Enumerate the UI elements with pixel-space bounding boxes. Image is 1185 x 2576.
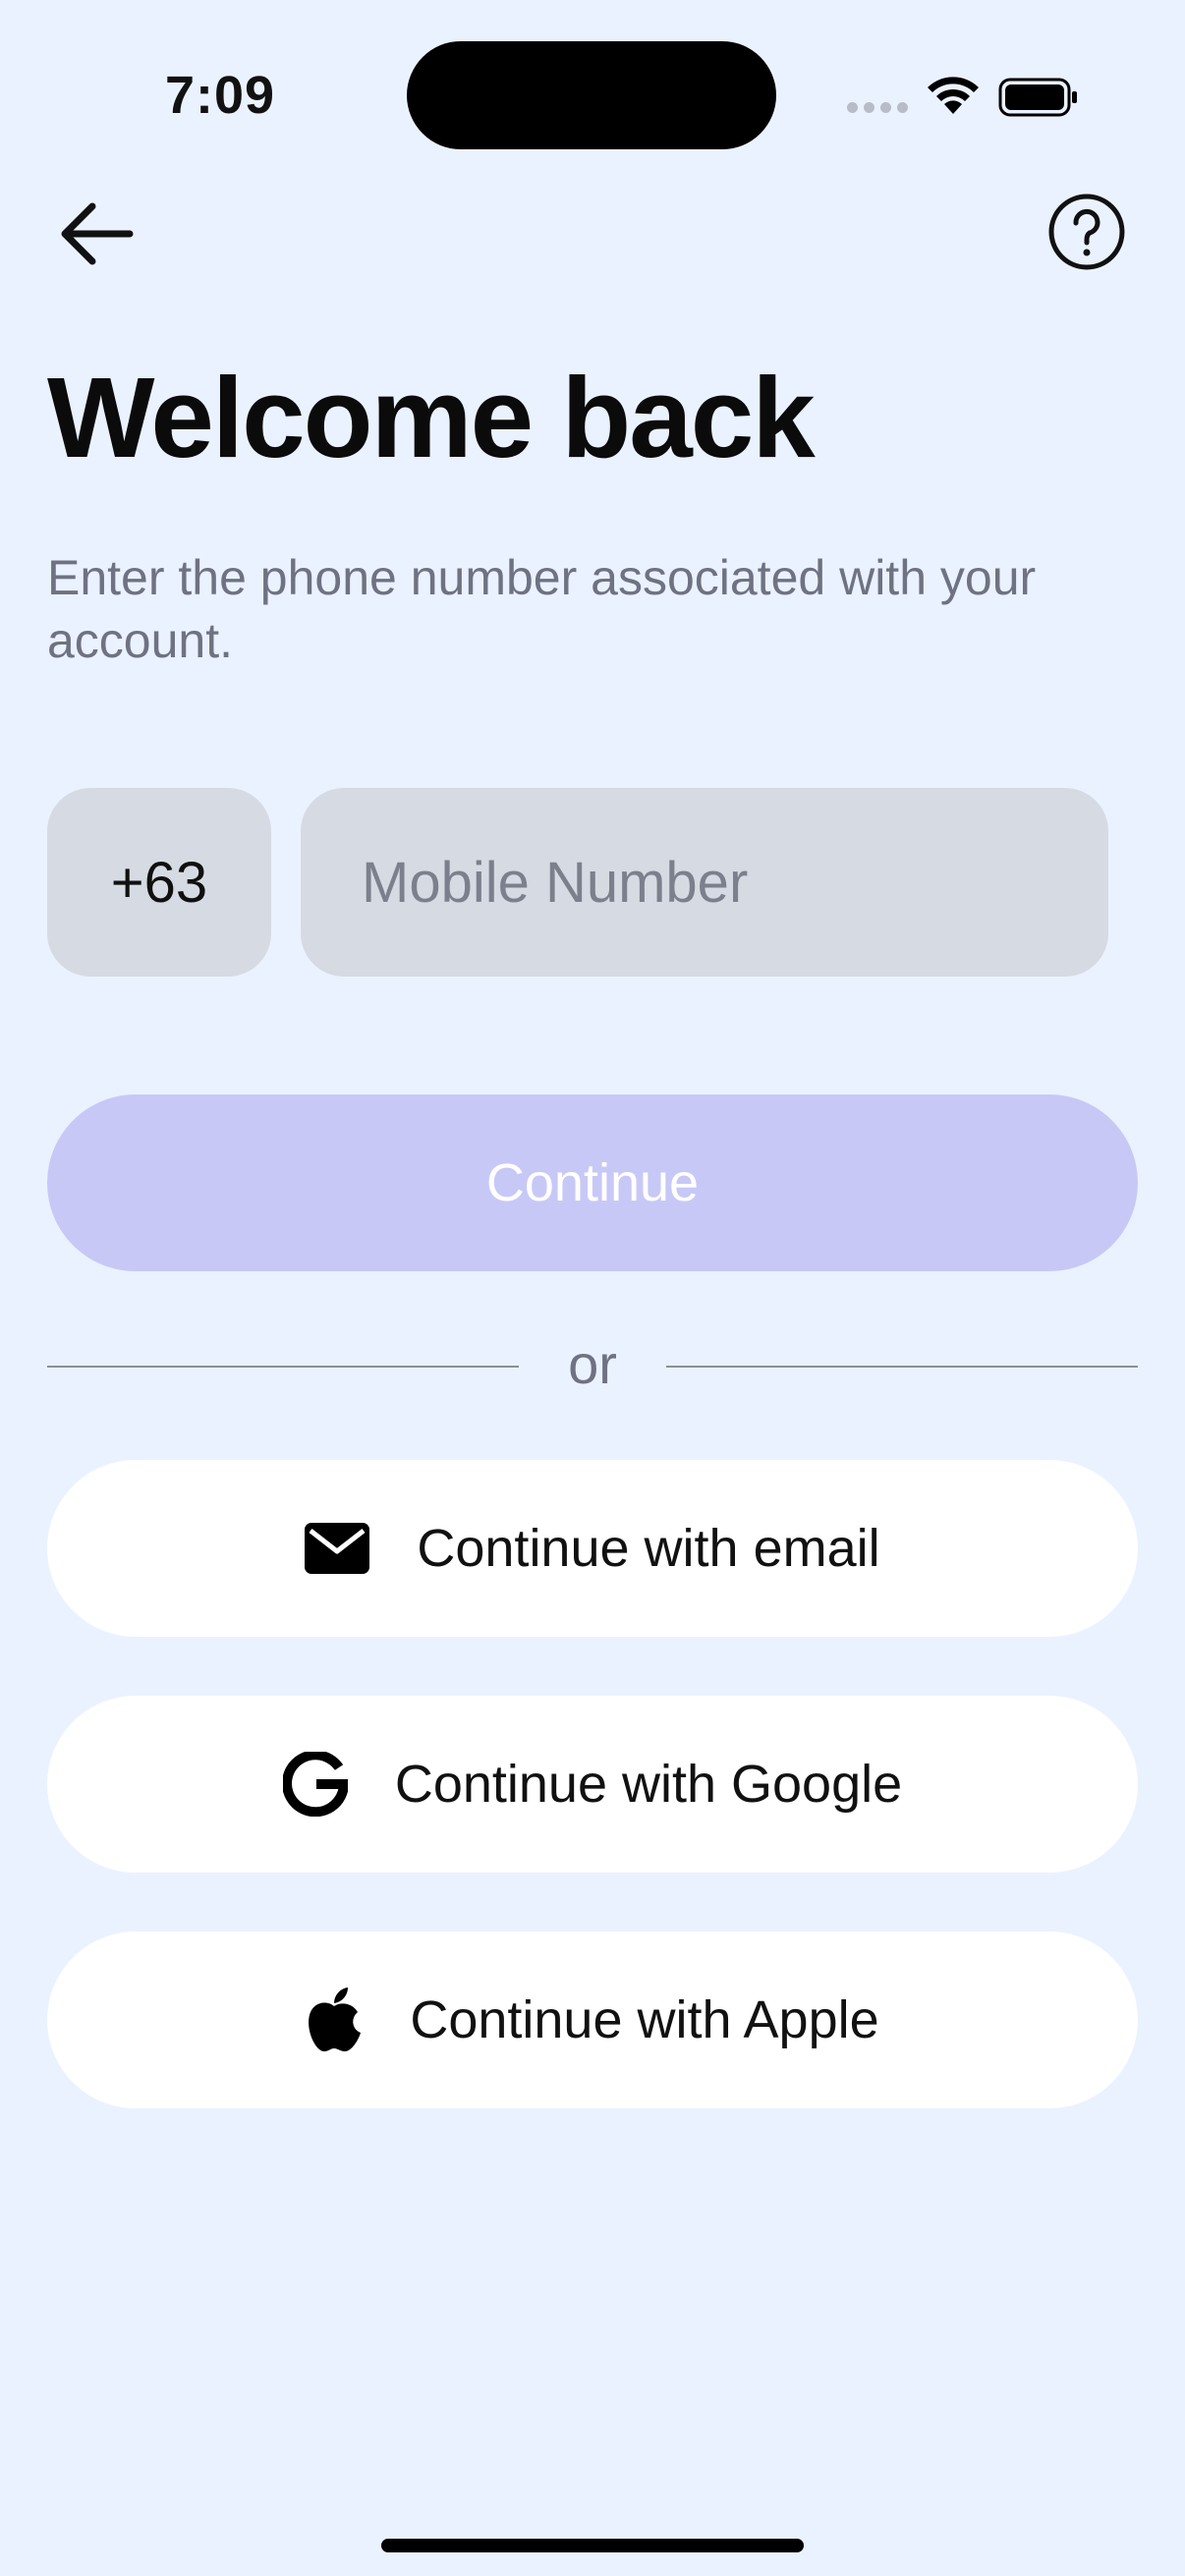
home-indicator <box>381 2539 804 2552</box>
continue-button[interactable]: Continue <box>47 1094 1138 1271</box>
divider-line-right <box>666 1366 1138 1368</box>
help-icon[interactable] <box>1045 191 1128 273</box>
google-button-label: Continue with Google <box>394 1755 903 1814</box>
page-title: Welcome back <box>47 354 816 481</box>
divider-or-label: or <box>568 1333 617 1395</box>
cellular-signal-icon <box>847 102 908 116</box>
battery-icon <box>998 78 1077 117</box>
email-button-label: Continue with email <box>417 1519 880 1578</box>
divider-line-left <box>47 1366 519 1368</box>
page-subtitle: Enter the phone number associated with y… <box>47 550 1037 668</box>
country-code-selector[interactable]: +63 <box>47 788 271 977</box>
wifi-icon <box>928 77 979 114</box>
apple-icon <box>306 1987 363 2053</box>
continue-with-apple-button[interactable]: Continue with Apple <box>47 1932 1138 2108</box>
apple-button-label: Continue with Apple <box>410 1990 879 2049</box>
back-arrow-icon[interactable] <box>55 193 138 275</box>
continue-with-email-button[interactable]: Continue with email <box>47 1460 1138 1637</box>
google-icon <box>282 1752 348 1817</box>
status-time: 7:09 <box>165 66 276 125</box>
mobile-number-input[interactable] <box>301 788 1108 977</box>
continue-with-google-button[interactable]: Continue with Google <box>47 1696 1138 1873</box>
mail-icon <box>305 1523 370 1574</box>
dynamic-island <box>407 41 776 149</box>
